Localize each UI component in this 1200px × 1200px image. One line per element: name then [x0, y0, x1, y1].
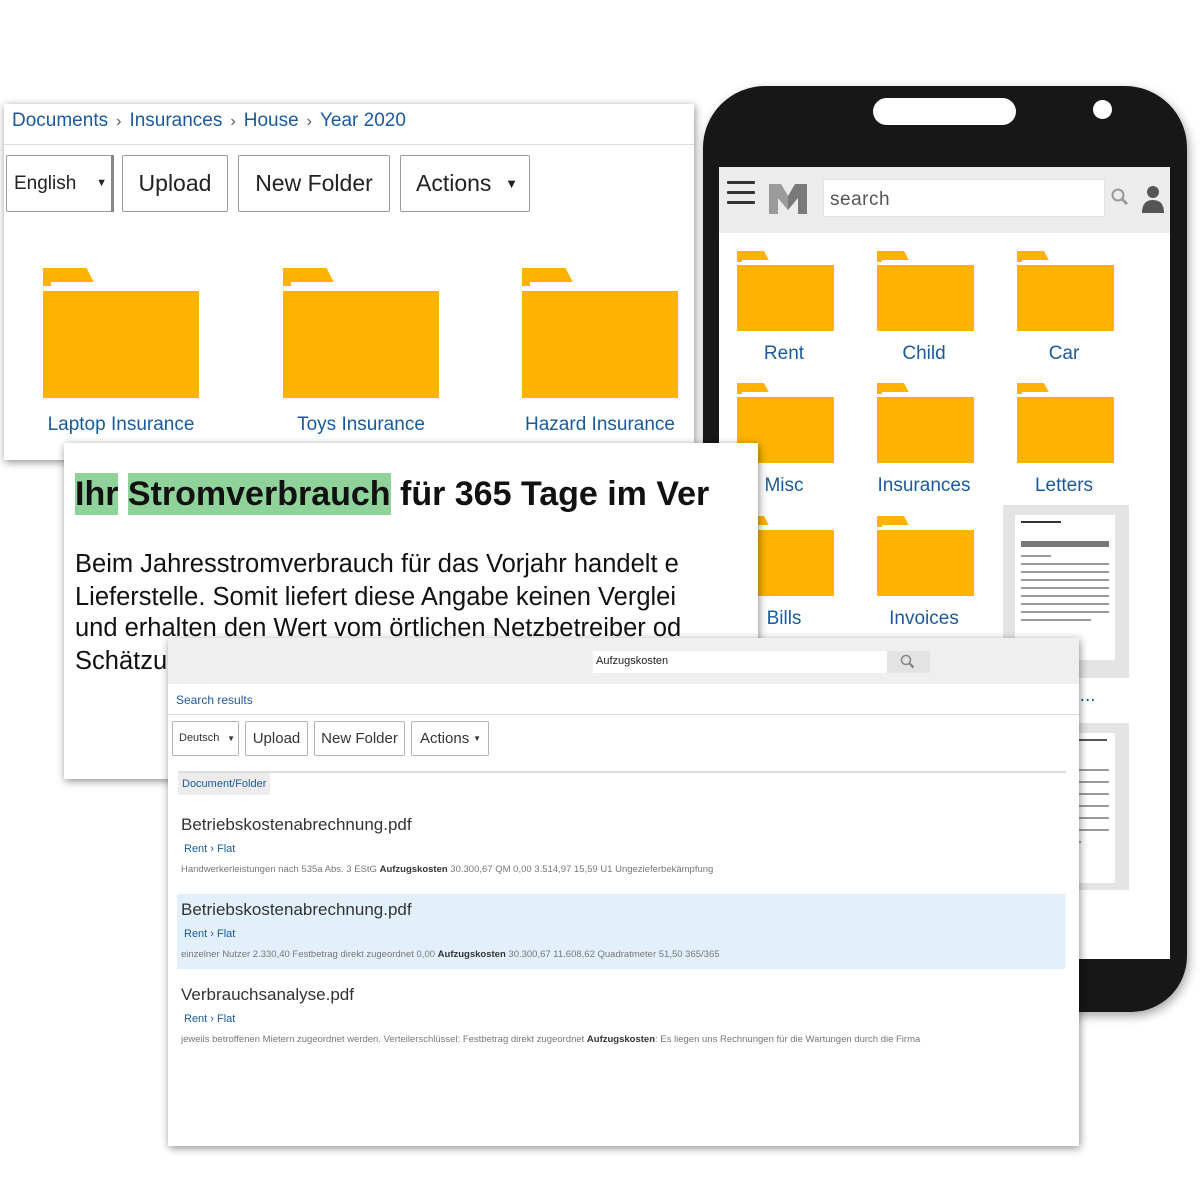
folder-label-insurances[interactable]: Insurances	[849, 475, 999, 497]
result-title[interactable]: Verbrauchsanalyse.pdf	[181, 985, 354, 1005]
app-logo	[767, 180, 809, 216]
document-line: Schätzu	[75, 647, 168, 675]
new-folder-button[interactable]: New Folder	[314, 721, 405, 756]
search-results-window: Aufzugskosten Search results Deutsch ▼ U…	[168, 638, 1079, 1146]
user-icon[interactable]	[1141, 183, 1165, 213]
folder-label-child[interactable]: Child	[849, 343, 999, 365]
caret-down-icon: ▼	[505, 176, 518, 191]
breadcrumb-separator: ›	[230, 113, 236, 130]
folder-browser-window: Documents › Insurances › House › Year 2020 Eng…	[4, 104, 694, 460]
actions-button[interactable]: Actions ▼	[400, 155, 530, 212]
folder-label-rent[interactable]: Rent	[719, 343, 859, 365]
column-header[interactable]: Document/Folder	[178, 773, 271, 795]
document-headline: Ihr Stromverbrauch für 365 Tage im Ver	[75, 473, 710, 515]
folder-icon[interactable]	[43, 268, 199, 398]
folder-icon[interactable]	[877, 516, 974, 596]
language-select[interactable]: English ▼	[6, 155, 114, 212]
folder-icon[interactable]	[737, 251, 834, 331]
divider	[168, 714, 1079, 715]
folder-icon[interactable]	[1017, 251, 1114, 331]
language-value: English	[14, 173, 77, 194]
chevron-down-icon: ▼	[96, 177, 107, 189]
headline-text: für 365 Tage im Ver	[400, 475, 710, 513]
result-snippet: einzelner Nutzer 2.330,40 Festbetrag dir…	[181, 949, 720, 960]
actions-button[interactable]: Actions ▼	[411, 721, 489, 756]
folder-label-laptop-insurance[interactable]: Laptop Insurance	[21, 414, 221, 436]
new-folder-button[interactable]: New Folder	[238, 155, 390, 212]
breadcrumb-house[interactable]: House	[244, 110, 299, 131]
result-path[interactable]: Rent › Flat	[184, 843, 235, 855]
document-line: Beim Jahresstromverbrauch für das Vorjah…	[75, 550, 679, 578]
folder-label-invoices[interactable]: Invoices	[849, 608, 999, 630]
language-select[interactable]: Deutsch ▼	[172, 721, 239, 756]
phone-search-input[interactable]: search	[823, 179, 1105, 217]
folder-icon[interactable]	[283, 268, 439, 398]
folder-label-hazard-insurance[interactable]: Hazard Insurance	[500, 414, 694, 436]
folder-label-car[interactable]: Car	[989, 343, 1139, 365]
folder-icon[interactable]	[522, 268, 678, 398]
folder-label-letters[interactable]: Letters	[989, 475, 1139, 497]
chevron-down-icon: ▼	[227, 734, 235, 743]
result-title[interactable]: Betriebskostenabrechnung.pdf	[181, 900, 412, 920]
search-input[interactable]: Aufzugskosten	[593, 651, 887, 673]
result-snippet: jeweils betroffenen Mietern zugeordnet w…	[181, 1034, 921, 1045]
breadcrumb-insurances[interactable]: Insurances	[129, 110, 222, 131]
phone-camera	[1093, 100, 1112, 119]
phone-speaker	[873, 98, 1016, 125]
result-path[interactable]: Rent › Flat	[184, 928, 235, 940]
search-topbar: Aufzugskosten	[168, 638, 1079, 684]
highlighted-word: Stromverbrauch	[127, 473, 391, 515]
actions-label: Actions	[420, 730, 470, 747]
folder-icon[interactable]	[877, 251, 974, 331]
search-icon[interactable]	[887, 651, 930, 673]
breadcrumb-year-2020[interactable]: Year 2020	[320, 110, 406, 131]
breadcrumb-separator: ›	[116, 113, 122, 130]
folder-icon[interactable]	[1017, 383, 1114, 463]
divider	[178, 771, 1066, 773]
upload-button[interactable]: Upload	[122, 155, 228, 212]
folder-label-toys-insurance[interactable]: Toys Insurance	[261, 414, 461, 436]
highlighted-word: Ihr	[75, 473, 119, 515]
language-value: Deutsch	[179, 732, 220, 744]
result-snippet: Handwerkerleistungen nach 535a Abs. 3 ES…	[181, 864, 714, 875]
actions-label: Actions	[416, 170, 492, 196]
document-line: Lieferstelle. Somit liefert diese Angabe…	[75, 583, 677, 611]
divider	[4, 144, 694, 145]
result-path[interactable]: Rent › Flat	[184, 1013, 235, 1025]
breadcrumb-separator: ›	[306, 113, 312, 130]
search-result-row-selected[interactable]: Betriebskostenabrechnung.pdf Rent › Flat…	[177, 894, 1065, 969]
search-results-link[interactable]: Search results	[176, 693, 253, 707]
breadcrumb-documents[interactable]: Documents	[12, 110, 108, 131]
search-result-row[interactable]: Verbrauchsanalyse.pdf Rent › Flat jeweil…	[177, 979, 1065, 1054]
upload-button[interactable]: Upload	[245, 721, 308, 756]
folder-icon[interactable]	[877, 383, 974, 463]
breadcrumb: Documents › Insurances › House › Year 2020	[12, 110, 406, 132]
hamburger-menu-icon[interactable]	[727, 181, 755, 205]
result-title[interactable]: Betriebskostenabrechnung.pdf	[181, 815, 412, 835]
search-result-row[interactable]: Betriebskostenabrechnung.pdf Rent › Flat…	[177, 809, 1065, 884]
search-icon[interactable]	[1106, 179, 1134, 217]
phone-topbar: search	[719, 167, 1170, 233]
caret-down-icon: ▼	[473, 734, 481, 743]
